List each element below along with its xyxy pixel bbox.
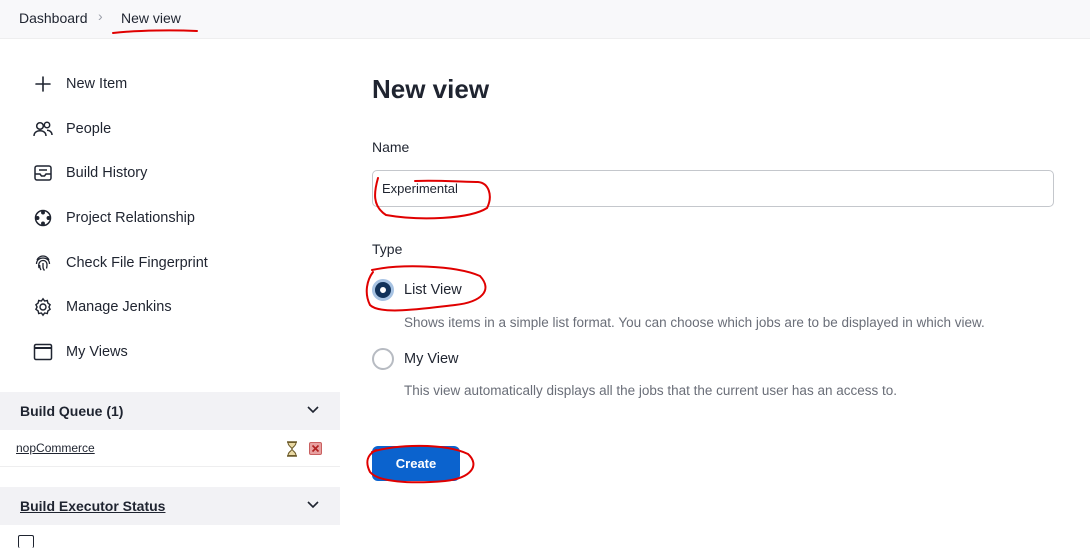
chevron-down-icon[interactable] [306, 497, 320, 515]
build-queue-title: Build Queue (1) [20, 403, 124, 419]
sidebar-item-label: Project Relationship [66, 210, 195, 226]
executor-row-partial [18, 535, 34, 548]
create-button[interactable]: Create [372, 446, 460, 481]
queue-item-link[interactable]: nopCommerce [16, 441, 95, 455]
sidebar-item-check-file-fingerprint[interactable]: Check File Fingerprint [30, 249, 208, 277]
my-view-description: This view automatically displays all the… [404, 383, 897, 398]
sidebar-item-people[interactable]: People [30, 115, 111, 143]
list-view-description: Shows items in a simple list format. You… [404, 315, 985, 330]
list-item: nopCommerce [0, 430, 340, 467]
sidebar-item-new-item[interactable]: New Item [30, 70, 127, 98]
sidebar-item-manage-jenkins[interactable]: Manage Jenkins [30, 293, 172, 321]
plus-icon [30, 72, 56, 96]
list-view-label[interactable]: List View [404, 282, 462, 298]
chevron-down-icon[interactable] [306, 402, 320, 420]
executor-header[interactable]: Build Executor Status [0, 487, 340, 525]
executor-title[interactable]: Build Executor Status [20, 498, 165, 514]
sidebar: New Item People Build History Project Re… [0, 38, 340, 548]
relationship-icon [30, 206, 56, 230]
inbox-icon [30, 161, 56, 185]
hourglass-icon [285, 441, 299, 462]
fingerprint-icon [30, 251, 56, 275]
sidebar-item-label: Manage Jenkins [66, 299, 172, 315]
build-queue-header[interactable]: Build Queue (1) [0, 392, 340, 430]
breadcrumb-current[interactable]: New view [121, 10, 181, 26]
list-view-radio[interactable] [372, 279, 394, 301]
sidebar-item-label: Build History [66, 165, 148, 181]
sidebar-item-label: Check File Fingerprint [66, 255, 208, 271]
sidebar-item-label: People [66, 121, 112, 137]
page-title: New view [372, 74, 490, 104]
cancel-icon[interactable] [309, 442, 322, 460]
my-view-radio[interactable] [372, 348, 394, 370]
people-icon [30, 117, 56, 141]
window-icon [30, 340, 56, 364]
sidebar-item-label: New Item [66, 76, 128, 92]
sidebar-item-my-views[interactable]: My Views [30, 338, 128, 366]
sidebar-item-project-relationship[interactable]: Project Relationship [30, 204, 195, 232]
my-view-label[interactable]: My View [404, 351, 459, 367]
breadcrumb-dashboard[interactable]: Dashboard [19, 10, 88, 26]
breadcrumb-separator: › [98, 8, 103, 24]
gear-icon [30, 295, 56, 319]
name-label: Name [372, 139, 410, 155]
view-name-input[interactable] [372, 170, 1054, 207]
sidebar-item-build-history[interactable]: Build History [30, 159, 147, 187]
sidebar-item-label: My Views [66, 344, 128, 360]
breadcrumb: Dashboard › New view [0, 0, 1090, 39]
type-label: Type [372, 241, 403, 257]
